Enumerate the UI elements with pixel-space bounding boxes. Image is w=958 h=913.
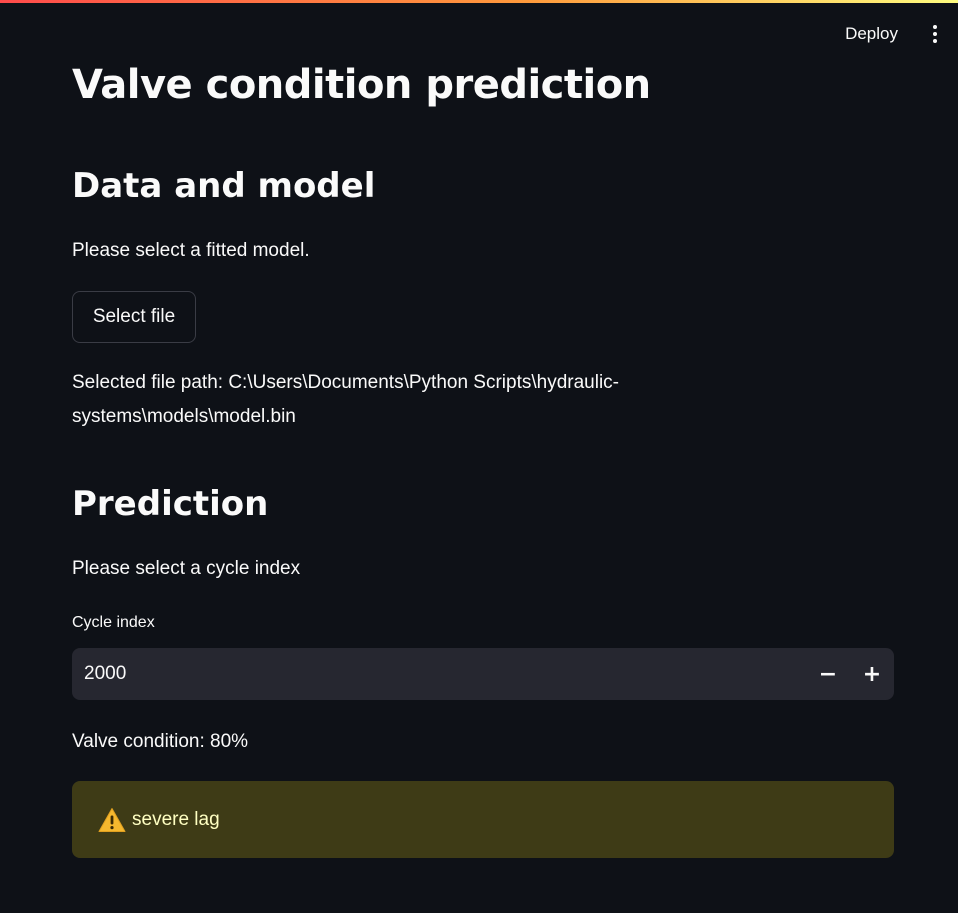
cycle-instruction-text: Please select a cycle index [72,558,301,579]
warning-text: severe lag [132,808,220,830]
cycle-index-input[interactable] [72,647,806,701]
toolbar: Deploy [837,18,958,50]
page-title: Valve condition prediction [72,62,651,108]
section-heading-data-and-model: Data and model [72,166,376,206]
valve-condition-result: Valve condition: 80% [72,731,249,752]
deploy-button[interactable]: Deploy [837,18,906,50]
section-heading-prediction: Prediction [72,484,269,524]
warning-triangle-icon [98,807,126,832]
increment-button[interactable]: + [850,648,894,700]
warning-alert: severe lag [72,781,894,858]
vertical-dots-icon[interactable] [922,19,948,49]
selected-file-path-line1: Selected file path: C:\Users\Documents\P… [72,372,620,393]
selected-file-path-line2: systems\models\model.bin [72,406,296,427]
model-instruction-text: Please select a fitted model. [72,240,310,261]
cycle-index-stepper: − + [72,647,894,701]
top-decoration-bar [0,0,958,3]
cycle-index-label: Cycle index [72,614,155,631]
selected-file-path-text: Selected file path: C:\Users\Documents\P… [72,366,832,434]
select-file-button[interactable]: Select file [72,291,196,343]
decrement-button[interactable]: − [806,648,850,700]
